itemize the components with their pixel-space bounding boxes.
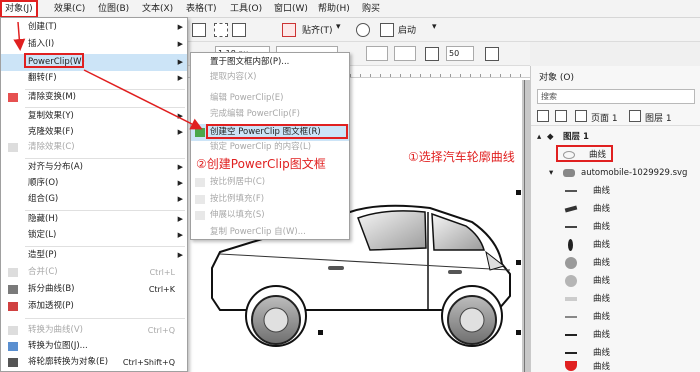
annotation-step-2: ②创建PowerClip图文框 (196, 157, 326, 171)
annotation-arrows (13, 21, 203, 130)
annotation-step-1: ①选择汽车轮廓曲线 (408, 150, 515, 164)
arrow-menu-to-powerclip (13, 21, 26, 51)
arrow-powerclip-to-create (83, 69, 203, 130)
